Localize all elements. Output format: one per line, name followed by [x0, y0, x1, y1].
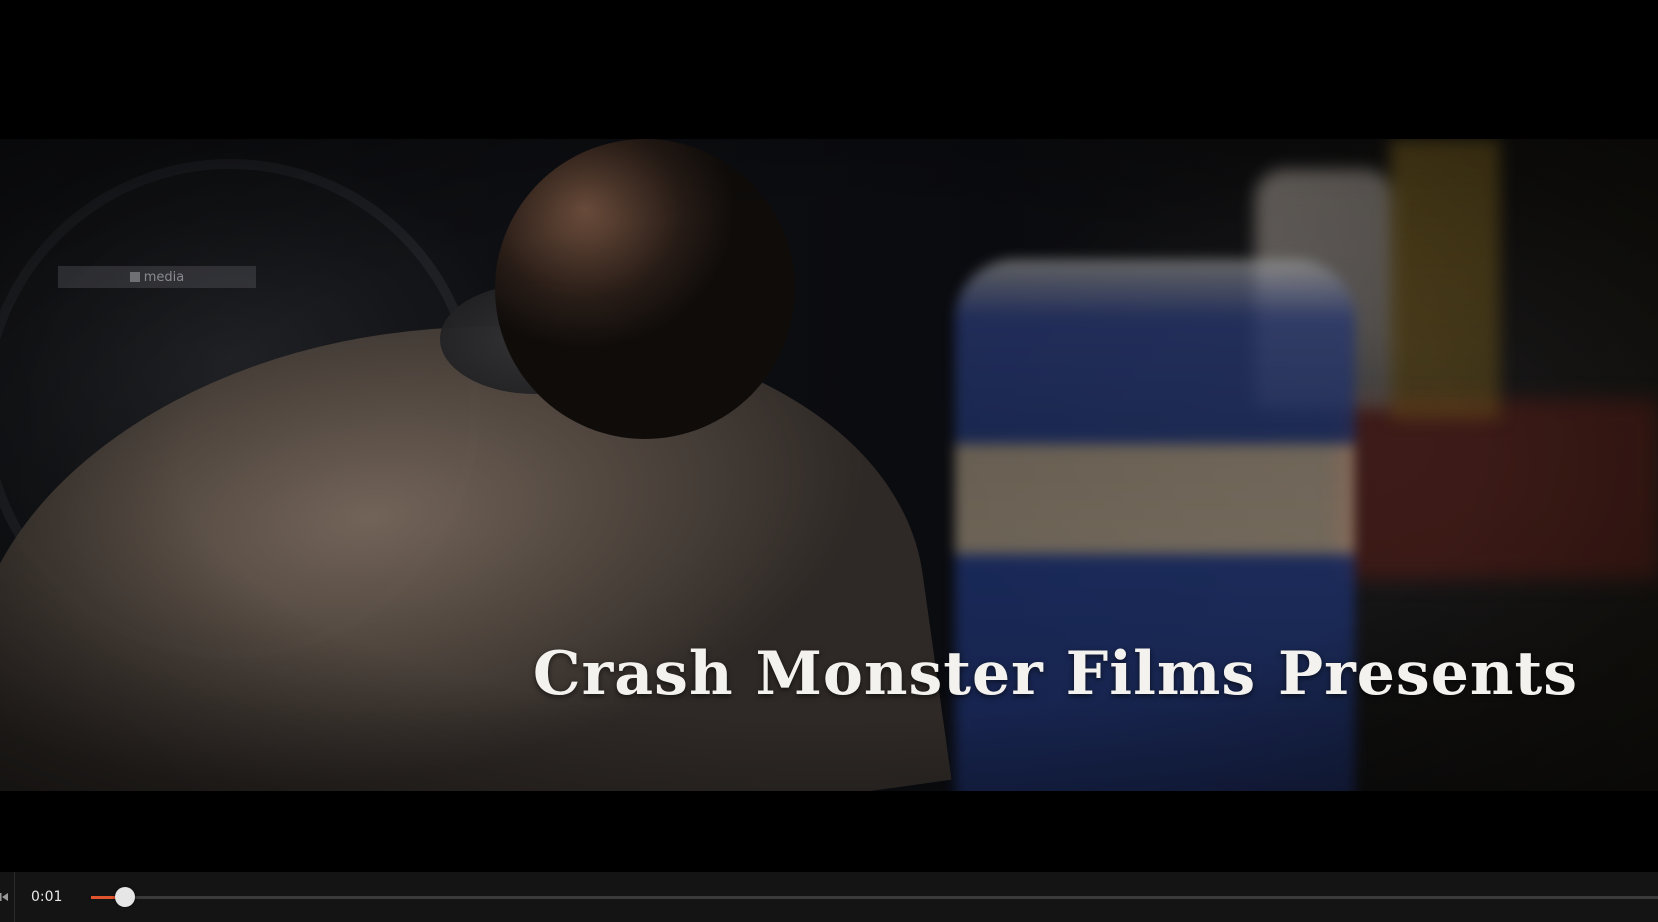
video-player[interactable]: Crash Monster Films Presents media 0:01 — [0, 0, 1658, 922]
video-title-overlay: Crash Monster Films Presents — [532, 639, 1578, 709]
video-frame[interactable]: Crash Monster Films Presents — [0, 139, 1658, 791]
skip-back-button[interactable] — [0, 872, 15, 922]
media-icon — [129, 272, 140, 282]
skip-back-icon — [0, 893, 8, 901]
progress-slider[interactable] — [90, 885, 1658, 909]
media-watermark-label: media — [143, 269, 185, 285]
progress-track[interactable] — [90, 896, 1658, 899]
control-bar: 0:01 — [0, 872, 1658, 922]
media-watermark: media — [58, 266, 256, 288]
current-time: 0:01 — [30, 889, 63, 905]
progress-thumb[interactable] — [115, 887, 136, 907]
